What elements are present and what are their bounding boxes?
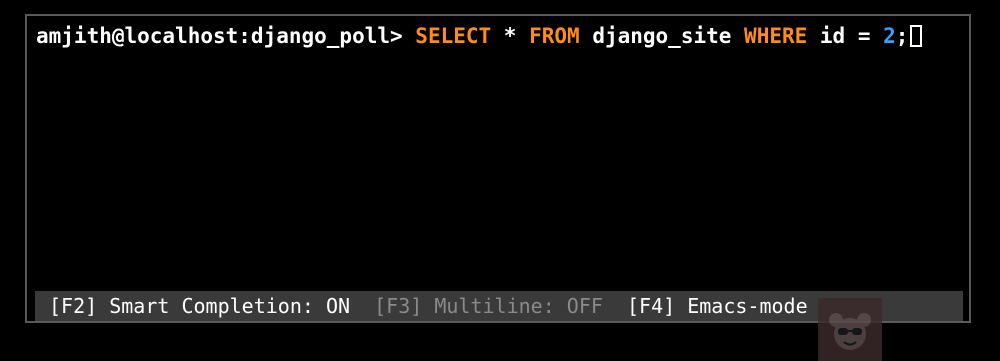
toolbar-separator (350, 294, 374, 318)
keyword-where: WHERE (744, 24, 808, 48)
keyword-from: FROM (529, 24, 580, 48)
query-table: django_site (579, 24, 745, 48)
toolbar-emacs-mode[interactable]: [F4] Emacs-mode (627, 294, 808, 318)
text-cursor (910, 25, 923, 47)
query-star: * (491, 24, 530, 48)
query-condition: id = (807, 24, 884, 48)
query-number: 2 (883, 24, 896, 48)
keyword-select: SELECT (415, 24, 492, 48)
prompt: amjith@localhost:django_poll> (36, 24, 416, 48)
toolbar-multiline[interactable]: [F3] Multiline: OFF (374, 294, 603, 318)
command-line[interactable]: amjith@localhost:django_poll> SELECT * F… (36, 24, 923, 48)
toolbar-separator (603, 294, 627, 318)
terminal-window[interactable]: amjith@localhost:django_poll> SELECT * F… (25, 14, 971, 323)
query-terminator: ; (895, 24, 909, 48)
toolbar-smart-completion[interactable]: [F2] Smart Completion: ON (49, 294, 350, 318)
mascot-icon (818, 298, 882, 361)
